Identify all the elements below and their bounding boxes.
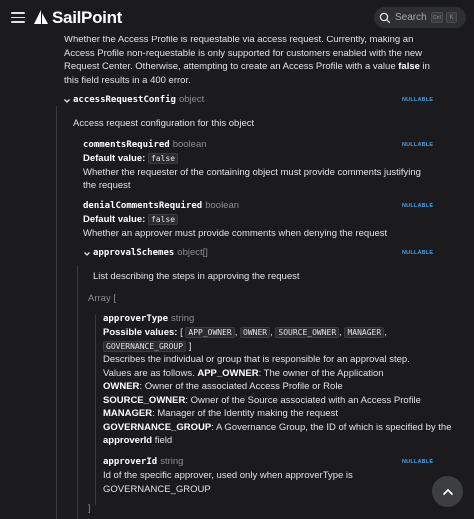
denial-comments-required-desc: Whether an approver must provide comment… xyxy=(83,228,388,239)
top-navbar: SailPoint Search Ctrl K xyxy=(0,0,474,36)
denial-comments-required-default: Default value: false xyxy=(83,213,179,226)
approver-type-possible-values-cont: GOVERNANCE_GROUP ] xyxy=(103,340,191,353)
approval-schemes-toggle[interactable]: approvalSchemes object[] xyxy=(93,247,208,258)
brand-name: SailPoint xyxy=(52,8,123,27)
approval-schemes-description: List describing the steps in approving t… xyxy=(93,271,300,282)
approver-type-desc-1: Describes the individual or group that i… xyxy=(103,354,410,365)
nullable-badge: NULLABLE xyxy=(402,142,434,148)
access-request-config-toggle[interactable]: accessRequestConfig object xyxy=(73,94,204,105)
approver-type-governance-group: GOVERNANCE_GROUP: A Governance Group, th… xyxy=(103,422,452,433)
brand-logo[interactable]: SailPoint xyxy=(32,8,122,28)
shortcut-key-ctrl: Ctrl xyxy=(431,12,443,23)
comments-required-desc-2: the request xyxy=(83,180,131,191)
search-icon xyxy=(379,12,391,23)
nesting-guide-2 xyxy=(77,266,78,519)
shortcut-key-k: K xyxy=(446,12,457,23)
denial-comments-required-property: denialCommentsRequired boolean xyxy=(83,200,240,211)
comments-required-property: commentsRequired boolean xyxy=(83,139,207,150)
intro-line-2: Access Profile non-requestable is only s… xyxy=(64,48,423,59)
approver-type-property: approverType string xyxy=(103,313,195,324)
approver-type-owner: OWNER: Owner of the associated Access Pr… xyxy=(103,381,343,392)
access-request-config-description: Access request configuration for this ob… xyxy=(73,118,255,129)
comments-required-desc-1: Whether the requester of the containing … xyxy=(83,167,421,178)
nullable-badge: NULLABLE xyxy=(402,97,434,103)
approver-type-manager: MANAGER: Manager of the Identity making … xyxy=(103,408,338,419)
chevron-down-icon[interactable] xyxy=(83,250,91,258)
approver-type-desc-2: Values are as follows. APP_OWNER: The ow… xyxy=(103,368,384,379)
chevron-down-icon[interactable] xyxy=(63,97,71,105)
approver-id-desc-2: GOVERNANCE_GROUP xyxy=(103,484,211,495)
nullable-badge: NULLABLE xyxy=(402,250,434,256)
nesting-guide-3 xyxy=(95,315,96,505)
approver-type-possible-values: Possible values: [ APP_OWNER, OWNER, SOU… xyxy=(103,327,387,338)
menu-icon[interactable] xyxy=(11,12,25,23)
search-label: Search xyxy=(395,12,427,23)
intro-line-3: Request Center. Otherwise, attempting to… xyxy=(64,61,430,72)
approver-type-approverid-field: approverId field xyxy=(103,435,173,446)
nesting-guide-1 xyxy=(56,106,57,519)
approver-id-property: approverId string xyxy=(103,456,184,467)
approver-id-desc-1: Id of the specific approver, used only w… xyxy=(103,470,353,481)
array-open-label: Array [ xyxy=(88,293,116,304)
search-button[interactable]: Search Ctrl K xyxy=(374,7,466,28)
comments-required-default: Default value: false xyxy=(83,152,179,165)
approver-type-source-owner: SOURCE_OWNER: Owner of the Source associ… xyxy=(103,395,421,406)
schema-content: Whether the Access Profile is requestabl… xyxy=(0,28,474,519)
chevron-up-icon xyxy=(442,488,453,495)
nullable-badge: NULLABLE xyxy=(402,459,434,465)
intro-line-4: this field results in a 400 error. xyxy=(64,75,191,86)
nullable-badge: NULLABLE xyxy=(402,203,434,209)
sailpoint-logo-icon xyxy=(34,10,48,24)
array-close-label: ] xyxy=(88,503,91,514)
scroll-to-top-button[interactable] xyxy=(432,476,463,507)
